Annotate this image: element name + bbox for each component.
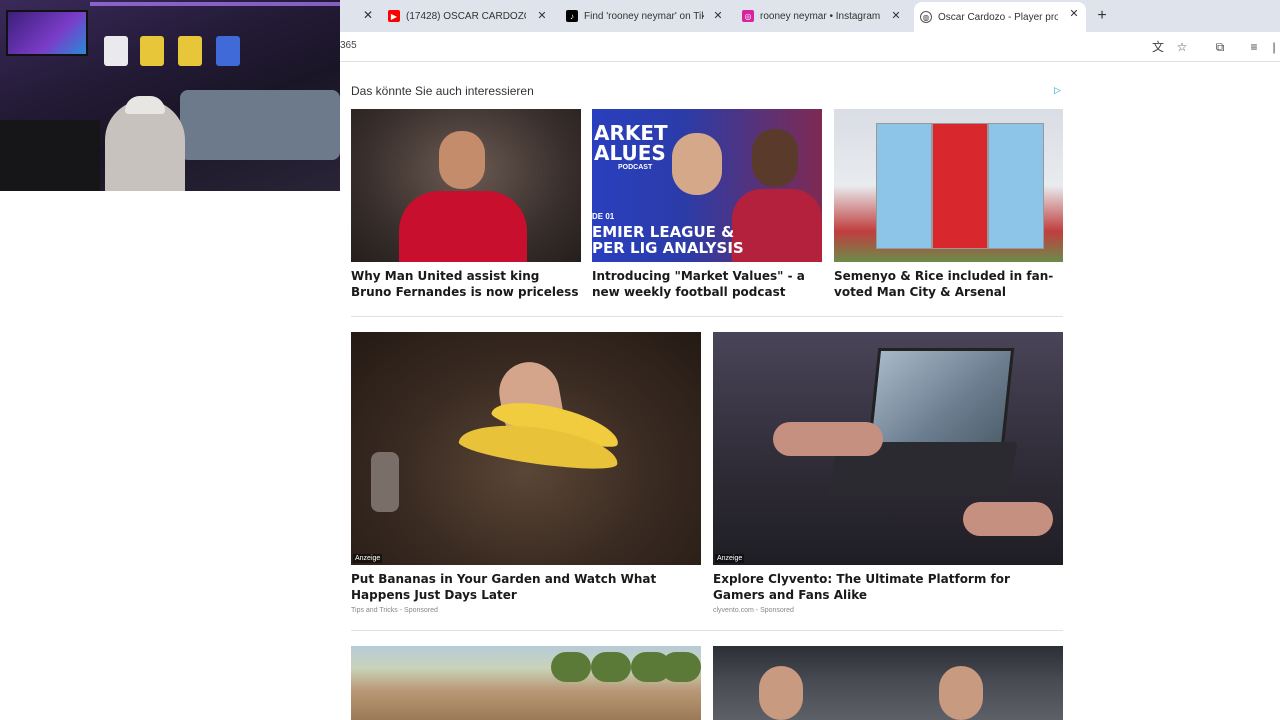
tab-player-profile[interactable]: ◍ Óscar Cardozo - Player profile ✕: [914, 2, 1086, 32]
host-face: [672, 133, 722, 195]
article-thumbnail[interactable]: ARKET ALUES PODCAST DE 01 EMIER LEAGUE & P…: [592, 109, 822, 262]
address-bar[interactable]: 365 文 ☆ ⧉ ≡ |: [340, 32, 1280, 62]
media-controls-icon[interactable]: ≡: [1246, 39, 1262, 55]
sponsored-thumbnail[interactable]: Anzeige: [351, 332, 701, 565]
thumb-line: PER LIG ANALYSIS: [592, 239, 744, 257]
player-figure: [932, 123, 988, 249]
tiktok-icon: ♪: [566, 10, 578, 22]
ad-badge: Anzeige: [353, 554, 383, 563]
sponsored-title[interactable]: Put Bananas in Your Garden and Watch Wha…: [351, 571, 701, 603]
sponsored-thumbnail[interactable]: [713, 646, 1063, 720]
thumb-subheadline: EMIER LEAGUE & PER LIG ANALYSIS: [592, 224, 744, 256]
streamer-cap: [125, 96, 165, 114]
youtube-icon: ▶: [388, 10, 400, 22]
framed-jersey: [216, 36, 240, 66]
ad-badge: Anzeige: [715, 554, 745, 563]
sponsored-card[interactable]: [713, 646, 1063, 720]
framed-jersey: [140, 36, 164, 66]
person-face: [939, 666, 983, 720]
new-tab-button[interactable]: +: [1092, 6, 1112, 26]
thumb-episode-label: DE 01: [592, 212, 615, 221]
article-thumbnail[interactable]: [351, 109, 581, 262]
thumb-line: EMIER LEAGUE &: [592, 223, 735, 241]
gaming-chair: [0, 120, 100, 191]
article-card[interactable]: Semenyo & Rice included in fan-voted Man…: [834, 109, 1063, 300]
tab-youtube[interactable]: ▶ (17428) OSCAR CARDOZO- the ✕: [382, 4, 554, 28]
extensions-icon[interactable]: ⧉: [1212, 39, 1228, 55]
tree: [591, 652, 631, 682]
shovel: [371, 452, 399, 512]
webcam-monitor: [6, 10, 88, 56]
screen: ✕ ▶ (17428) OSCAR CARDOZO- the ✕ ♪ Find …: [0, 0, 1280, 720]
sponsored-thumbnail[interactable]: [351, 646, 701, 720]
framed-jersey: [178, 36, 202, 66]
player-head: [439, 131, 485, 189]
led-strip: [90, 2, 340, 6]
tree: [551, 652, 591, 682]
player-figure: [876, 123, 932, 249]
player-shirt: [732, 189, 822, 262]
tree: [661, 652, 701, 682]
arm: [773, 422, 883, 456]
tab-title: Find 'rooney neymar' on TikTok: [584, 10, 704, 22]
tab-instagram[interactable]: ◎ rooney neymar • Instagram ✕: [736, 4, 908, 28]
close-icon[interactable]: ✕: [1066, 6, 1082, 22]
thumb-headline: ARKET ALUES: [594, 123, 668, 163]
adchoices-icon[interactable]: ▷: [1054, 85, 1064, 95]
url-text[interactable]: 365: [340, 40, 357, 51]
article-title[interactable]: Introducing "Market Values" - a new week…: [592, 268, 822, 300]
close-icon[interactable]: ✕: [710, 8, 726, 24]
webcam-overlay: [0, 0, 340, 191]
thumb-line: ARKET: [594, 121, 668, 145]
profile-icon[interactable]: |: [1266, 39, 1280, 55]
section-divider: [351, 630, 1063, 631]
article-title[interactable]: Semenyo & Rice included in fan-voted Man…: [834, 268, 1063, 300]
sponsored-thumbnail[interactable]: Anzeige: [713, 332, 1063, 565]
framed-jersey: [104, 36, 128, 66]
tab-title: (17428) OSCAR CARDOZO- the: [406, 10, 526, 22]
close-icon[interactable]: ✕: [360, 7, 376, 23]
couch: [180, 90, 340, 160]
player-figure: [988, 123, 1044, 249]
article-card[interactable]: ARKET ALUES PODCAST DE 01 EMIER LEAGUE & P…: [592, 109, 822, 300]
sponsored-source[interactable]: clyvento.com - Sponsored: [713, 607, 1063, 614]
instagram-icon: ◎: [742, 10, 754, 22]
sponsored-title[interactable]: Explore Clyvento: The Ultimate Platform …: [713, 571, 1063, 603]
close-icon[interactable]: ✕: [534, 8, 550, 24]
tab-strip: ✕ ▶ (17428) OSCAR CARDOZO- the ✕ ♪ Find …: [340, 0, 1280, 32]
translate-icon[interactable]: 文: [1150, 39, 1166, 55]
article-thumbnail[interactable]: [834, 109, 1063, 262]
player-shirt: [399, 191, 527, 262]
article-card[interactable]: Why Man United assist king Bruno Fernand…: [351, 109, 581, 300]
bookmark-star-icon[interactable]: ☆: [1174, 39, 1190, 55]
thumb-podcast-label: PODCAST: [618, 164, 653, 171]
tab-tiktok[interactable]: ♪ Find 'rooney neymar' on TikTok ✕: [560, 4, 730, 28]
person-face: [759, 666, 803, 720]
thumb-line: ALUES: [594, 141, 666, 165]
sponsored-card[interactable]: Anzeige Explore Clyvento: The Ultimate P…: [713, 332, 1063, 614]
recommendations-heading: Das könnte Sie auch interessieren: [351, 84, 534, 98]
tab-title: Óscar Cardozo - Player profile: [938, 11, 1058, 23]
globe-icon: ◍: [920, 11, 932, 23]
player-face: [752, 129, 798, 187]
section-divider: [351, 316, 1063, 317]
tab-title: rooney neymar • Instagram: [760, 10, 880, 22]
laptop-screen: [867, 348, 1015, 448]
sponsored-card[interactable]: Anzeige Put Bananas in Your Garden and W…: [351, 332, 701, 614]
sponsored-card[interactable]: [351, 646, 701, 720]
article-title[interactable]: Why Man United assist king Bruno Fernand…: [351, 268, 581, 300]
close-icon[interactable]: ✕: [888, 8, 904, 24]
sponsored-source[interactable]: Tips and Tricks - Sponsored: [351, 607, 701, 614]
arm: [963, 502, 1053, 536]
